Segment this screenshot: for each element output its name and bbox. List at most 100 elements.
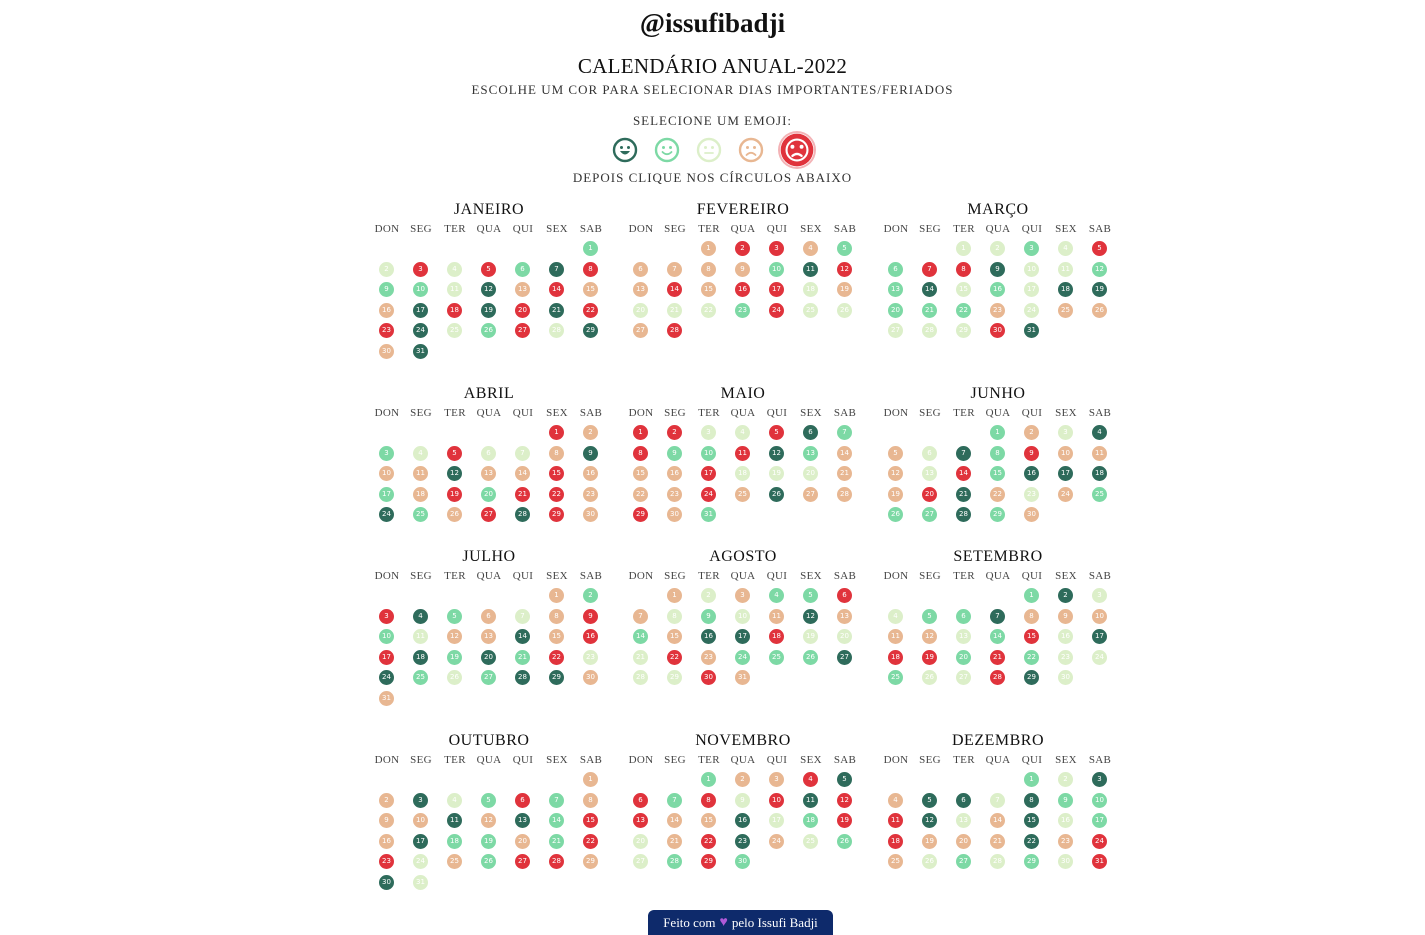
day-circle[interactable]: 12 [481,282,496,297]
day-circle[interactable]: 27 [837,649,852,665]
day-circle[interactable]: 1 [633,425,648,440]
day-circle[interactable]: 21 [990,833,1005,849]
day-circle[interactable]: 20 [956,649,971,665]
day-circle[interactable]: 20 [837,629,852,644]
day-circle[interactable]: 11 [803,261,818,277]
day-circle[interactable]: 17 [1058,466,1073,481]
day-circle[interactable]: 26 [447,670,462,685]
day-circle[interactable]: 22 [667,649,682,665]
day-circle[interactable]: 17 [1092,629,1107,644]
day-circle[interactable]: 21 [837,466,852,481]
day-circle[interactable]: 1 [549,588,564,603]
day-circle[interactable]: 15 [956,282,971,297]
day-circle[interactable]: 17 [413,833,428,849]
day-circle[interactable]: 6 [481,608,496,624]
day-circle[interactable]: 26 [1092,302,1107,318]
day-circle[interactable]: 16 [583,629,598,644]
day-circle[interactable]: 16 [735,282,750,297]
day-circle[interactable]: 18 [888,649,903,665]
day-circle[interactable]: 12 [447,466,462,481]
day-circle[interactable]: 17 [1024,282,1039,297]
day-circle[interactable]: 23 [990,302,1005,318]
day-circle[interactable]: 12 [803,608,818,624]
day-circle[interactable]: 3 [413,261,428,277]
day-circle[interactable]: 11 [413,629,428,644]
day-circle[interactable]: 18 [1058,282,1073,297]
day-circle[interactable]: 26 [481,323,496,338]
day-circle[interactable]: 2 [1058,772,1073,787]
day-circle[interactable]: 27 [515,323,530,338]
day-circle[interactable]: 9 [583,608,598,624]
day-circle[interactable]: 24 [1092,833,1107,849]
day-circle[interactable]: 19 [481,833,496,849]
day-circle[interactable]: 30 [990,323,1005,338]
day-circle[interactable]: 20 [633,833,648,849]
day-circle[interactable]: 13 [481,629,496,644]
day-circle[interactable]: 4 [413,608,428,624]
day-circle[interactable]: 1 [701,241,716,256]
day-circle[interactable]: 2 [990,241,1005,256]
day-circle[interactable]: 11 [447,813,462,828]
day-circle[interactable]: 10 [769,261,784,277]
day-circle[interactable]: 17 [413,302,428,318]
day-circle[interactable]: 13 [956,813,971,828]
day-circle[interactable]: 28 [956,507,971,522]
day-circle[interactable]: 24 [379,507,394,522]
day-circle[interactable]: 29 [633,507,648,522]
day-circle[interactable]: 10 [413,282,428,297]
day-circle[interactable]: 25 [1092,486,1107,502]
day-circle[interactable]: 7 [837,425,852,440]
day-circle[interactable]: 25 [447,323,462,338]
day-circle[interactable]: 5 [922,792,937,808]
day-circle[interactable]: 22 [583,833,598,849]
day-circle[interactable]: 20 [633,302,648,318]
day-circle[interactable]: 16 [990,282,1005,297]
day-circle[interactable]: 12 [922,813,937,828]
day-circle[interactable]: 28 [549,323,564,338]
day-circle[interactable]: 14 [990,813,1005,828]
day-circle[interactable]: 25 [413,670,428,685]
day-circle[interactable]: 23 [1058,649,1073,665]
day-circle[interactable]: 21 [515,649,530,665]
day-circle[interactable]: 27 [633,323,648,338]
day-circle[interactable]: 29 [956,323,971,338]
day-circle[interactable]: 7 [990,608,1005,624]
day-circle[interactable]: 29 [549,670,564,685]
day-circle[interactable]: 22 [549,649,564,665]
day-circle[interactable]: 22 [701,833,716,849]
day-circle[interactable]: 21 [667,302,682,318]
day-circle[interactable]: 24 [769,833,784,849]
day-circle[interactable]: 12 [888,466,903,481]
day-circle[interactable]: 1 [990,425,1005,440]
day-circle[interactable]: 18 [413,486,428,502]
day-circle[interactable]: 19 [481,302,496,318]
day-circle[interactable]: 11 [803,792,818,808]
day-circle[interactable]: 7 [667,261,682,277]
day-circle[interactable]: 28 [515,507,530,522]
day-circle[interactable]: 8 [1024,792,1039,808]
day-circle[interactable]: 30 [735,854,750,869]
day-circle[interactable]: 27 [956,670,971,685]
day-circle[interactable]: 8 [583,792,598,808]
day-circle[interactable]: 30 [1024,507,1039,522]
day-circle[interactable]: 29 [667,670,682,685]
day-circle[interactable]: 18 [769,629,784,644]
day-circle[interactable]: 5 [888,445,903,461]
day-circle[interactable]: 20 [888,302,903,318]
day-circle[interactable]: 13 [515,813,530,828]
day-circle[interactable]: 13 [633,813,648,828]
day-circle[interactable]: 22 [583,302,598,318]
day-circle[interactable]: 5 [837,772,852,787]
day-circle[interactable]: 23 [667,486,682,502]
day-circle[interactable]: 31 [379,690,394,706]
day-circle[interactable]: 29 [701,854,716,869]
day-circle[interactable]: 25 [803,833,818,849]
day-circle[interactable]: 22 [633,486,648,502]
day-circle[interactable]: 10 [1092,792,1107,808]
day-circle[interactable]: 14 [667,282,682,297]
day-circle[interactable]: 15 [990,466,1005,481]
day-circle[interactable]: 13 [888,282,903,297]
day-circle[interactable]: 10 [701,445,716,461]
day-circle[interactable]: 9 [379,813,394,828]
day-circle[interactable]: 16 [583,466,598,481]
